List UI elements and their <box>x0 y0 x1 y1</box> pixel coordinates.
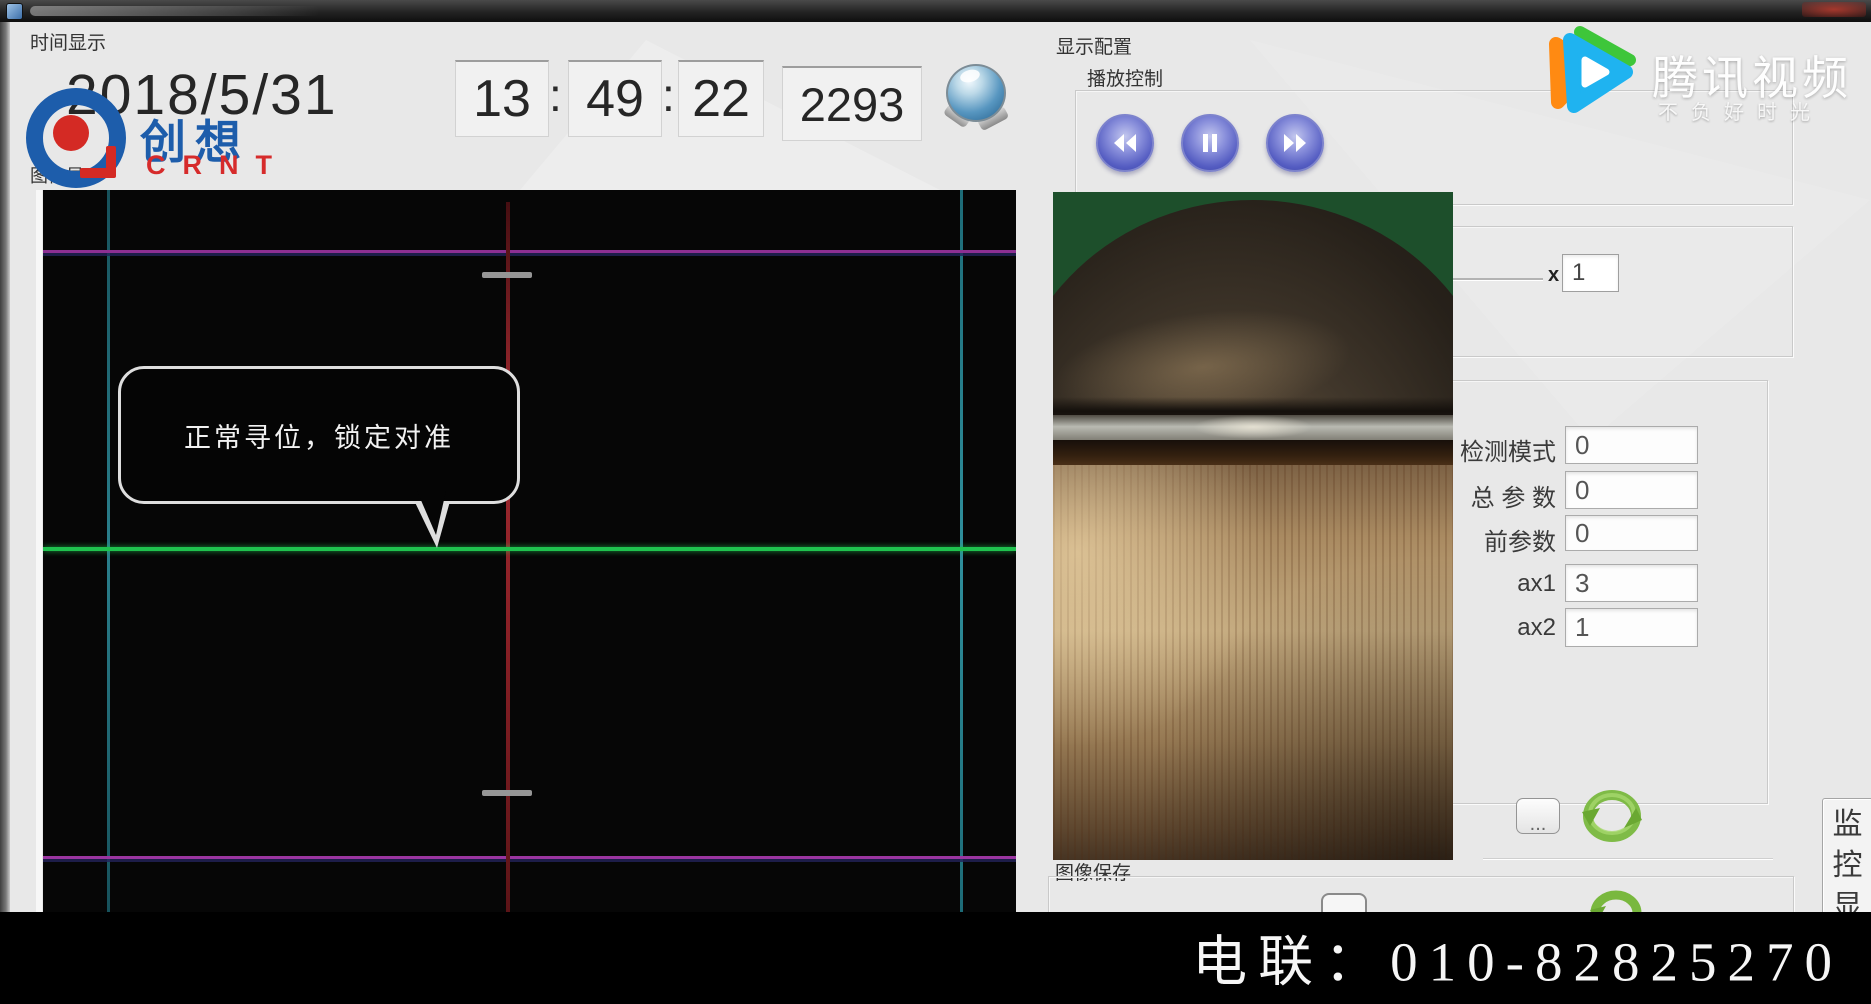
multiplier-input[interactable]: 1 <box>1562 254 1619 292</box>
cyan-guide-line-left <box>107 190 110 912</box>
pause-icon <box>1195 128 1225 158</box>
display-config-label: 显示配置 <box>1056 32 1132 59</box>
app-icon <box>6 3 23 20</box>
separator-line <box>1483 858 1773 859</box>
footer-band: 电联：010-82825270 <box>0 912 1871 1004</box>
time-group-label: 时间显示 <box>30 28 106 55</box>
laser-tracking-canvas[interactable]: 正常寻位，锁定对准 <box>43 190 1016 912</box>
monitor-tab-char: 监 <box>1833 809 1863 841</box>
contact-phone: 电联：010-82825270 <box>1192 916 1843 996</box>
magenta-limit-line-top <box>43 250 1016 253</box>
photo-cylinder-body <box>1053 465 1453 860</box>
red-laser-line <box>506 202 510 912</box>
browse-button[interactable]: ... <box>1516 798 1560 834</box>
time-hours: 13 <box>455 60 549 137</box>
fast-forward-icon <box>1280 128 1310 158</box>
field-input-ax1[interactable]: 3 <box>1565 564 1698 602</box>
field-input-detect-mode[interactable]: 0 <box>1565 426 1698 464</box>
field-input-ax2[interactable]: 1 <box>1565 608 1698 647</box>
app-window: 时间显示 2018/5/31 13 : 49 : 22 2293 图像显示 创想… <box>0 0 1871 1004</box>
gray-tick-mark-top <box>482 272 532 278</box>
photo-seam-shadow <box>1053 397 1453 417</box>
tencent-watermark: 腾讯视频 不负好时光 <box>1540 20 1871 130</box>
time-colon: : <box>662 68 675 122</box>
green-seam-line <box>43 547 1016 551</box>
field-input-front-param[interactable]: 0 <box>1565 515 1698 551</box>
status-message: 正常寻位，锁定对准 <box>184 416 454 455</box>
tencent-play-logo-icon <box>1540 20 1644 120</box>
logo-latin-text: CRNT <box>146 150 289 181</box>
rewind-icon <box>1110 128 1140 158</box>
magenta-limit-line-bottom <box>43 856 1016 859</box>
frame-counter: 2293 <box>782 66 922 141</box>
time-minutes: 49 <box>568 60 662 137</box>
gray-tick-mark-bottom <box>482 790 532 796</box>
watermark-slogan-text: 不负好时光 <box>1658 96 1823 125</box>
close-button[interactable] <box>1802 2 1866 17</box>
playback-control-label: 播放控制 <box>1087 64 1163 91</box>
time-colon: : <box>549 68 562 122</box>
field-input-total-param[interactable]: 0 <box>1565 471 1698 509</box>
multiplier-label: x <box>1548 264 1559 287</box>
weld-seam-photo <box>1053 192 1453 860</box>
logo-bracket-icon <box>80 168 116 178</box>
monitor-tab-char: 控 <box>1833 850 1863 882</box>
time-seconds: 22 <box>678 60 764 137</box>
logo-dot-icon <box>53 115 89 151</box>
rewind-button[interactable] <box>1096 114 1154 172</box>
photo-weld-highlight <box>1193 415 1313 439</box>
magnifier-icon[interactable] <box>938 62 1012 138</box>
crnt-logo: 创想 CRNT <box>20 84 320 204</box>
window-left-border <box>0 22 10 912</box>
pause-button[interactable] <box>1181 114 1239 172</box>
fast-forward-button[interactable] <box>1266 114 1324 172</box>
refresh-icon[interactable] <box>1578 786 1646 850</box>
photo-weld-gap <box>1053 440 1453 466</box>
title-bar[interactable] <box>0 0 1871 22</box>
status-speech-bubble: 正常寻位，锁定对准 <box>118 366 520 504</box>
canvas-left-highlight <box>36 190 42 912</box>
window-title-blur <box>30 6 320 16</box>
speech-bubble-tail-fill <box>417 491 446 535</box>
cyan-guide-line-right <box>960 190 963 912</box>
